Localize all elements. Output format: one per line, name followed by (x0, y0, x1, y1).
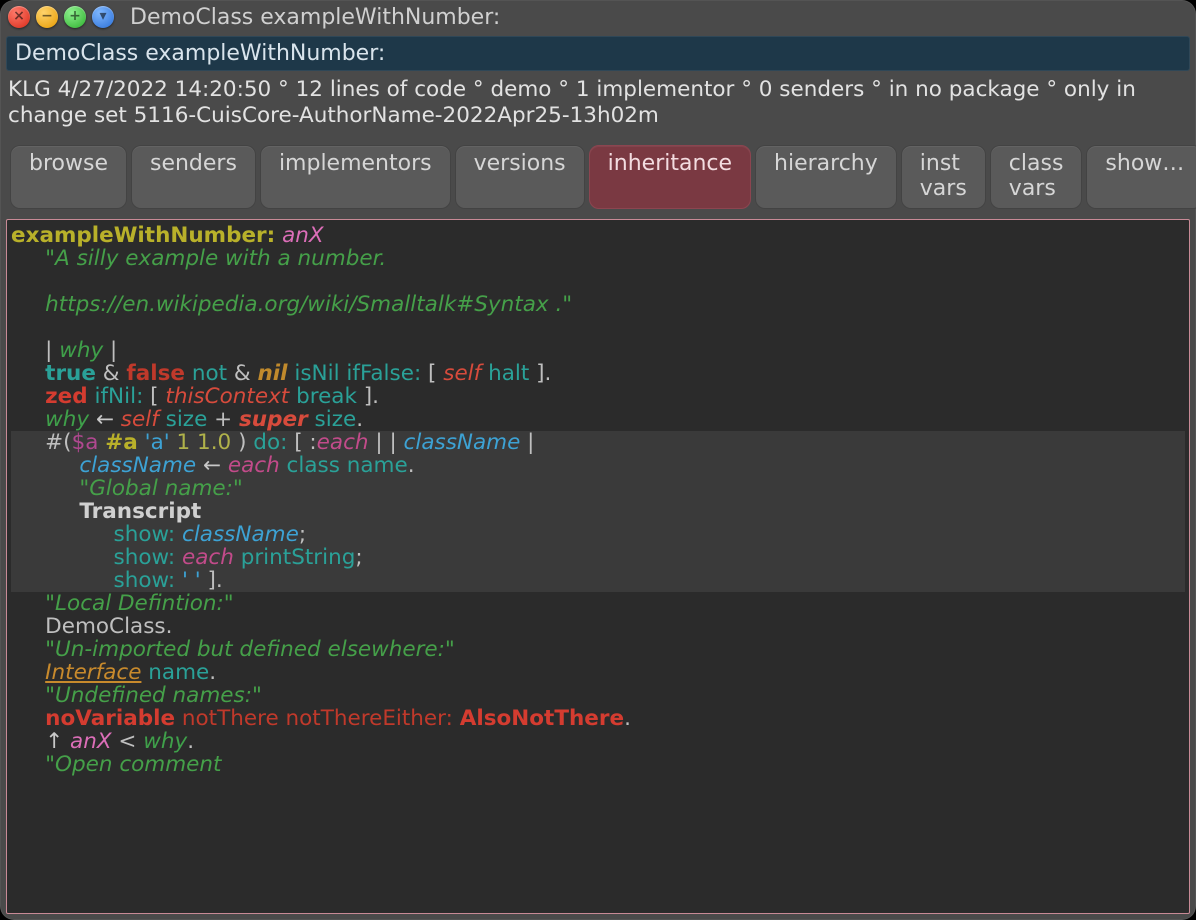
self: self (443, 361, 481, 386)
code-pane[interactable]: exampleWithNumber: anX "A silly example … (6, 219, 1190, 914)
literal-false: false (126, 361, 185, 386)
source-code[interactable]: exampleWithNumber: anX "A silly example … (9, 224, 1187, 776)
toolbar-versions[interactable]: versions (455, 145, 585, 209)
global: Transcript (79, 499, 201, 524)
chevron-down-icon: ▾ (99, 8, 106, 24)
close-icon: × (13, 8, 25, 24)
temp-var: why (52, 338, 110, 363)
block-arg: each (182, 545, 234, 570)
block-temp: className (182, 522, 299, 547)
method-meta-info: KLG 4/27/2022 14:20:50 ° 12 lines of cod… (6, 77, 1190, 129)
block-temp: className (79, 453, 196, 478)
comment: "Local Defintion:" (45, 591, 233, 616)
comment: "Global name:" (79, 476, 242, 501)
temp-var: why (45, 407, 89, 432)
return: ↑ (45, 729, 70, 754)
block-arg: each (228, 453, 280, 478)
window-title: DemoClass exampleWithNumber: (130, 5, 500, 30)
minimize-button[interactable]: − (36, 6, 58, 28)
toolbar-show[interactable]: show… (1086, 145, 1196, 209)
context-label[interactable]: DemoClass exampleWithNumber: (6, 36, 1190, 71)
literal-nil: nil (258, 361, 288, 386)
undefined-var: noVariable (45, 706, 175, 731)
comment-open: "Open comment (45, 752, 221, 777)
temp-var: why (143, 729, 187, 754)
zoom-button[interactable]: + (64, 6, 86, 28)
highlighted-block: #($a #a 'a' 1 1.0 ) do: [ :each | | clas… (11, 431, 1185, 592)
assign: ← (196, 453, 228, 478)
toolbar-instvars[interactable]: inst vars (901, 145, 986, 209)
toolbar-inheritance[interactable]: inheritance (589, 145, 751, 209)
super: super (239, 407, 308, 432)
toolbar-implementors[interactable]: implementors (260, 145, 451, 209)
class-ref: DemoClass (45, 614, 165, 639)
method-selector: exampleWithNumber: (11, 223, 275, 248)
temp-bar: | (110, 338, 117, 363)
window-menu-button[interactable]: ▾ (92, 6, 114, 28)
toolbar-senders[interactable]: senders (131, 145, 256, 209)
toolbar-classvars[interactable]: class vars (990, 145, 1083, 209)
toolbar-hierarchy[interactable]: hierarchy (755, 145, 897, 209)
thiscontext: thisContext (165, 384, 289, 409)
comment: "Undefined names:" (45, 683, 262, 708)
method-arg: anX (282, 223, 324, 248)
close-button[interactable]: × (8, 6, 30, 28)
literal-true: true (45, 361, 96, 386)
block-arg: each (317, 430, 369, 455)
undefined-var: zed (45, 384, 88, 409)
undefined-global: AlsoNotThere (460, 706, 624, 731)
self: self (121, 407, 159, 432)
block-temp: className (404, 430, 521, 455)
minimize-icon: − (41, 8, 53, 24)
external-ref: Interface (45, 660, 141, 685)
assign: ← (89, 407, 121, 432)
comment: https://en.wikipedia.org/wiki/Smalltalk#… (45, 292, 572, 317)
method-browser-window: × − + ▾ DemoClass exampleWithNumber: Dem… (0, 0, 1196, 920)
window-titlebar: × − + ▾ DemoClass exampleWithNumber: (0, 0, 1196, 34)
zoom-icon: + (69, 8, 81, 24)
toolbar: browse senders implementors versions inh… (6, 141, 1190, 213)
method-arg: anX (70, 729, 112, 754)
toolbar-browse[interactable]: browse (10, 145, 127, 209)
comment: "Un-imported but defined elsewhere:" (45, 637, 455, 662)
comment: "A silly example with a number. (45, 246, 386, 271)
